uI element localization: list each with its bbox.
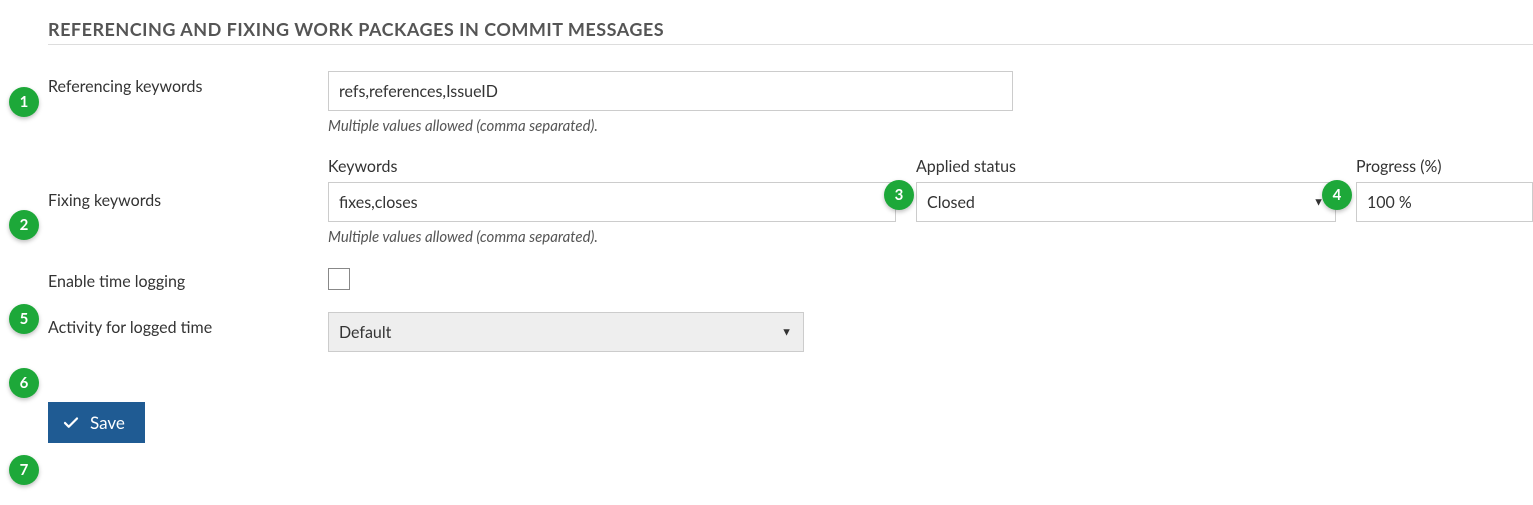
progress-label: Progress (%): [1356, 157, 1533, 176]
fixing-keywords-label: Fixing keywords: [48, 157, 328, 210]
callout-badge-6: 6: [9, 368, 39, 398]
section-title: REFERENCING AND FIXING WORK PACKAGES IN …: [48, 18, 1533, 40]
progress-input[interactable]: [1356, 182, 1533, 222]
fixing-keywords-input[interactable]: [328, 182, 896, 222]
applied-status-label: Applied status: [916, 157, 1336, 176]
callout-badge-4: 4: [1322, 180, 1352, 210]
applied-status-select[interactable]: Closed: [916, 182, 1336, 222]
activity-select[interactable]: Default: [328, 312, 804, 352]
callout-badge-2: 2: [9, 210, 39, 240]
callout-badge-5: 5: [9, 304, 39, 334]
callout-badge-7: 7: [9, 455, 39, 485]
keywords-sublabel: Keywords: [328, 157, 896, 176]
referencing-keywords-input[interactable]: [328, 71, 1013, 111]
fixing-keywords-hint: Multiple values allowed (comma separated…: [328, 228, 896, 246]
enable-time-logging-checkbox[interactable]: [328, 268, 350, 290]
enable-time-logging-label: Enable time logging: [48, 272, 328, 291]
callout-badge-3: 3: [884, 180, 914, 210]
check-icon: [62, 414, 80, 432]
referencing-keywords-label: Referencing keywords: [48, 71, 328, 96]
save-button-label: Save: [90, 412, 125, 433]
referencing-keywords-hint: Multiple values allowed (comma separated…: [328, 117, 1533, 135]
callout-badge-1: 1: [9, 87, 39, 117]
section-divider: [48, 44, 1533, 45]
activity-label: Activity for logged time: [48, 312, 328, 337]
save-button[interactable]: Save: [48, 402, 145, 443]
